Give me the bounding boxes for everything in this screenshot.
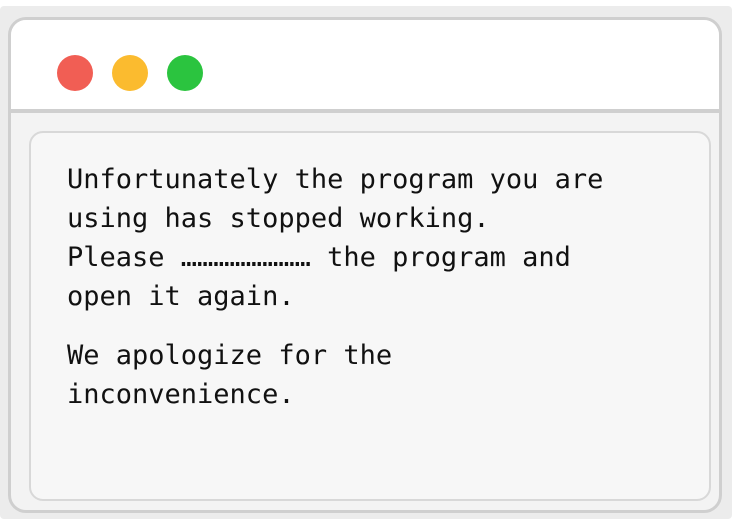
message-panel: Unfortunately the program you are using …: [29, 131, 711, 501]
title-bar: [11, 20, 719, 113]
error-dialog-window: Unfortunately the program you are using …: [8, 17, 722, 513]
apology-text: We apologize for the inconvenience.: [67, 340, 393, 410]
minimize-window-button[interactable]: [112, 55, 148, 91]
error-message-text: Unfortunately the program you are using …: [67, 164, 604, 312]
maximize-window-button[interactable]: [167, 55, 203, 91]
close-window-button[interactable]: [57, 55, 93, 91]
